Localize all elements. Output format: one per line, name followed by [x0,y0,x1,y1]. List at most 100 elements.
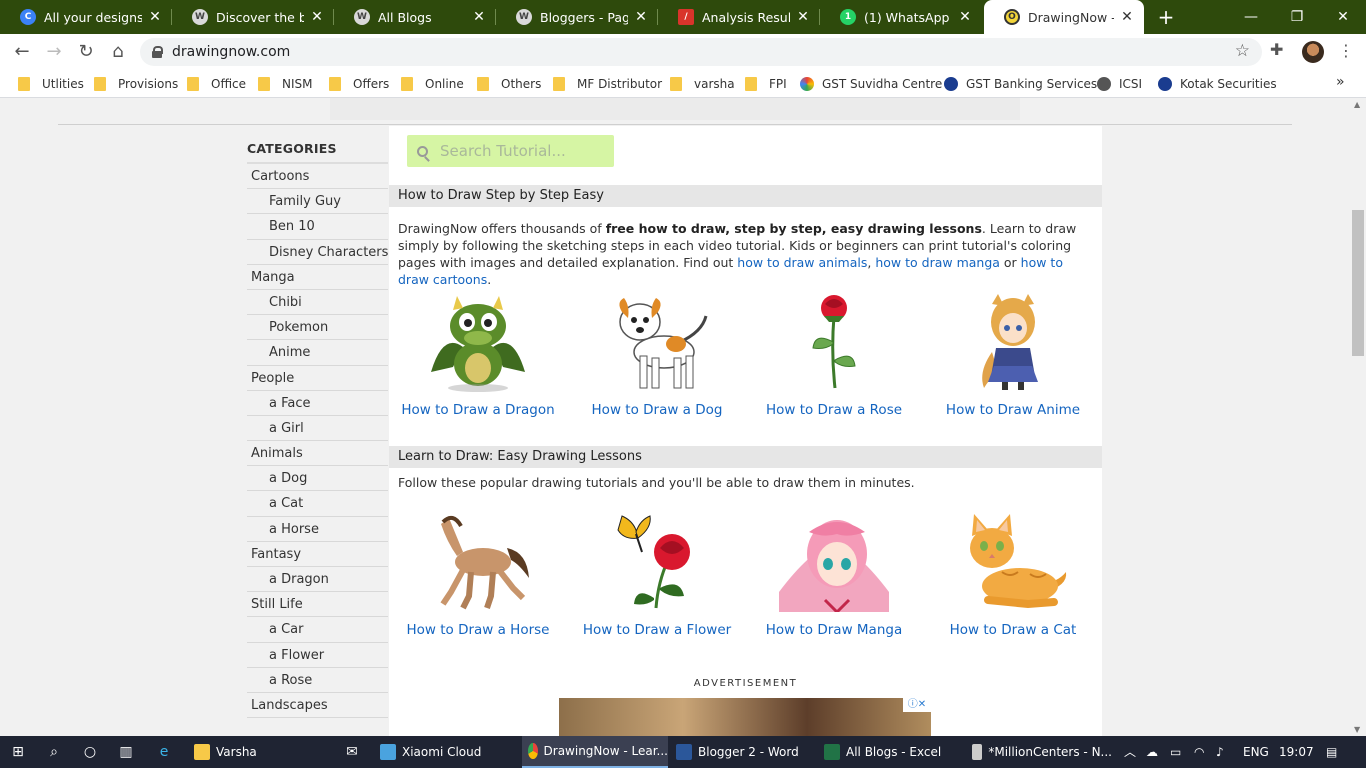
bookmark-utlities[interactable]: Utlities [18,76,84,92]
taskbar-xiaomi-cloud[interactable]: Xiaomi Cloud [374,736,520,768]
bookmark-gst-banking[interactable]: GST Banking Services [944,76,1097,92]
bookmark-others[interactable]: Others [477,76,541,92]
search-icon[interactable]: ⌕ [46,744,62,760]
card-caption[interactable]: How to Draw a Horse [393,622,563,638]
category-item[interactable]: Cartoons [247,164,388,190]
close-icon[interactable]: ✕ [1120,9,1134,25]
bookmark-varsha[interactable]: varsha [670,76,735,92]
task-view-icon[interactable]: ▥ [118,744,134,760]
category-item[interactable]: Ben 10 [247,214,388,240]
category-item[interactable]: Landscapes [247,693,388,719]
card-caption[interactable]: How to Draw a Flower [572,622,742,638]
card-rose[interactable]: How to Draw a Rose [749,292,919,418]
bookmark-offers[interactable]: Offers [329,76,389,92]
language-indicator[interactable]: ENG [1243,736,1269,768]
category-item[interactable]: Chibi [247,290,388,316]
volume-icon[interactable]: ♪ [1216,736,1224,768]
forward-button[interactable]: → [42,40,66,64]
card-caption[interactable]: How to Draw a Dragon [393,402,563,418]
bookmark-mf-distributor[interactable]: MF Distributor [553,76,662,92]
new-tab-button[interactable]: + [1155,6,1177,28]
close-icon[interactable]: ✕ [796,9,810,25]
bookmark-icsi[interactable]: ICSI [1097,76,1142,92]
address-bar[interactable]: drawingnow.com ☆ [140,38,1262,66]
card-anime[interactable]: How to Draw Anime [928,292,1098,418]
bookmark-star-icon[interactable]: ☆ [1235,41,1250,61]
minimize-button[interactable]: — [1228,0,1274,34]
wifi-icon[interactable]: ◠ [1194,736,1204,768]
battery-icon[interactable]: ▭ [1170,736,1181,768]
bookmark-online[interactable]: Online [401,76,464,92]
taskbar-chrome-drawingnow[interactable]: DrawingNow - Lear... [522,736,668,768]
category-item[interactable]: Still Life [247,592,388,618]
category-item[interactable]: a Rose [247,668,388,693]
card-caption[interactable]: How to Draw Anime [928,402,1098,418]
link-draw-manga[interactable]: how to draw manga [875,255,1000,270]
category-item[interactable]: Fantasy [247,542,388,567]
category-item[interactable]: Manga [247,265,388,290]
page-scrollbar[interactable]: ▲ ▼ [1350,98,1366,736]
tab-drawingnow[interactable]: O DrawingNow - Lea ✕ [984,0,1144,34]
tab-all-blogs[interactable]: W All Blogs ✕ [334,0,496,34]
scroll-down-icon[interactable]: ▼ [1354,725,1360,734]
category-item[interactable]: Anime [247,340,388,366]
cortana-icon[interactable]: ○ [82,744,98,760]
category-item[interactable]: a Dragon [247,567,388,593]
tab-canva[interactable]: C All your designs - ✕ [0,0,172,34]
notifications-icon[interactable]: ▤ [1326,736,1337,768]
bookmark-nism[interactable]: NISM [258,76,313,92]
windows-start-icon[interactable]: ⊞ [10,744,26,760]
card-caption[interactable]: How to Draw Manga [749,622,919,638]
card-caption[interactable]: How to Draw a Rose [749,402,919,418]
bookmarks-overflow-icon[interactable]: » [1336,74,1345,90]
edge-icon[interactable]: e [156,744,172,760]
scroll-up-icon[interactable]: ▲ [1354,100,1360,109]
onedrive-icon[interactable]: ☁ [1146,736,1158,768]
back-button[interactable]: ← [10,40,34,64]
category-item[interactable]: a Dog [247,466,388,492]
tray-overflow-icon[interactable]: ︿ [1124,736,1136,768]
bookmark-kotak[interactable]: Kotak Securities [1158,76,1277,92]
search-input[interactable] [440,142,610,160]
search-box[interactable] [407,135,614,167]
card-horse[interactable]: How to Draw a Horse [393,512,563,638]
close-icon[interactable]: ✕ [148,9,162,25]
ad-close-icon[interactable]: ⓘ✕ [903,698,931,712]
category-item[interactable]: a Face [247,391,388,416]
card-dragon[interactable]: How to Draw a Dragon [393,292,563,418]
taskbar-explorer-varsha[interactable]: Varsha [188,736,338,768]
close-icon[interactable]: ✕ [634,9,648,25]
tab-bloggers[interactable]: W Bloggers - Page ✕ [496,0,658,34]
card-flower[interactable]: How to Draw a Flower [572,512,742,638]
bookmark-provisions[interactable]: Provisions [94,76,178,92]
scroll-thumb[interactable] [1352,210,1364,356]
close-icon[interactable]: ✕ [310,9,324,25]
close-icon[interactable]: ✕ [958,9,972,25]
advertisement-banner[interactable]: ⓘ✕ [559,698,931,736]
card-dog[interactable]: How to Draw a Dog [572,292,742,418]
category-item[interactable]: a Girl [247,416,388,442]
category-item[interactable]: Pokemon [247,315,388,341]
clock[interactable]: 19:07 [1279,736,1314,768]
bookmark-fpi[interactable]: FPI [745,76,787,92]
profile-avatar[interactable] [1302,41,1324,63]
category-item[interactable]: a Cat [247,491,388,517]
category-item[interactable]: a Car [247,617,388,643]
close-window-button[interactable]: ✕ [1320,0,1366,34]
menu-icon[interactable]: ⋮ [1338,40,1354,62]
mail-icon[interactable]: ✉ [344,744,360,760]
taskbar-excel[interactable]: All Blogs - Excel [818,736,964,768]
category-item[interactable]: a Horse [247,517,388,542]
tab-analysis[interactable]: / Analysis Result « L ✕ [658,0,820,34]
card-manga[interactable]: How to Draw Manga [749,512,919,638]
restore-button[interactable]: ❐ [1274,0,1320,34]
category-item[interactable]: Disney Characters [247,240,388,265]
reload-button[interactable]: ↻ [74,40,98,64]
link-draw-animals[interactable]: how to draw animals [737,255,867,270]
category-item[interactable]: Animals [247,441,388,467]
category-item[interactable]: People [247,366,388,391]
tab-whatsapp[interactable]: 1 (1) WhatsApp ✕ [820,0,982,34]
taskbar-notepad[interactable]: *MillionCenters - N... [966,736,1112,768]
taskbar-word[interactable]: Blogger 2 - Word [670,736,816,768]
bookmark-office[interactable]: Office [187,76,246,92]
